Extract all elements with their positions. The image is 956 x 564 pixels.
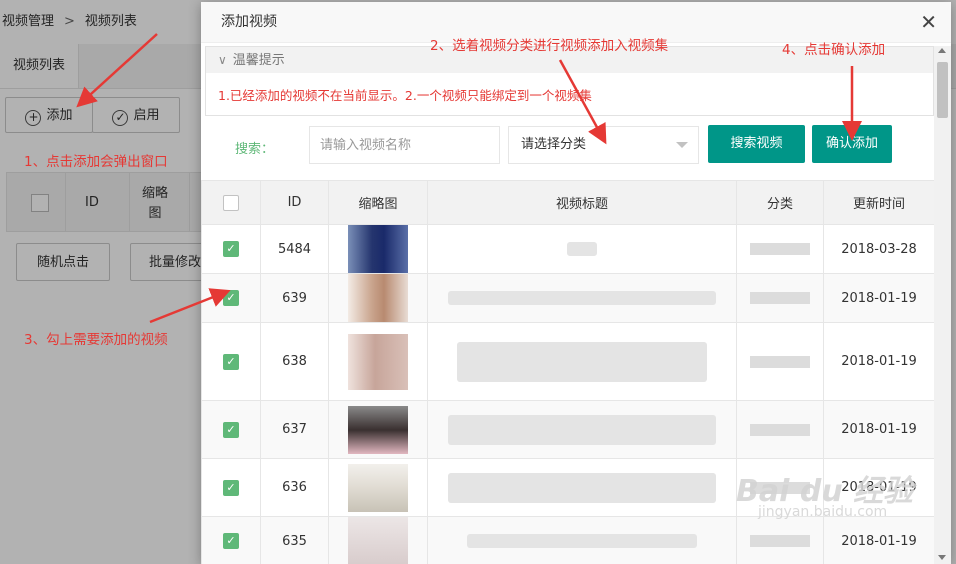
- row-checkbox[interactable]: ✓: [223, 533, 239, 549]
- blurred-category: [750, 243, 810, 255]
- blurred-title: [567, 242, 597, 256]
- row-id: 636: [260, 458, 329, 517]
- vertical-scrollbar[interactable]: [934, 46, 951, 564]
- blurred-category: [750, 535, 810, 547]
- row-updated: 2018-01-19: [823, 322, 935, 401]
- dropdown-arrow-icon: [676, 142, 688, 148]
- column-header-thumbnail: 缩略图: [328, 180, 428, 225]
- scrollbar-thumb[interactable]: [937, 62, 948, 118]
- blurred-title: [448, 472, 716, 503]
- thumbnail-image[interactable]: [348, 517, 408, 564]
- row-updated: 2018-01-19: [823, 273, 935, 323]
- blurred-category: [750, 292, 810, 304]
- search-video-button[interactable]: 搜索视频: [708, 125, 805, 163]
- table-header-row: ID 缩略图 视频标题 分类 更新时间: [201, 180, 935, 225]
- category-select[interactable]: 请选择分类: [508, 126, 699, 164]
- confirm-add-button[interactable]: 确认添加: [812, 125, 892, 163]
- blurred-category: [750, 355, 810, 368]
- row-id: 637: [260, 400, 329, 459]
- annotation-step-1: 1、点击添加会弹出窗口: [24, 154, 168, 170]
- blurred-title: [467, 534, 697, 548]
- header-checkbox-cell: [201, 180, 261, 225]
- row-checkbox[interactable]: ✓: [223, 421, 239, 438]
- select-all-checkbox[interactable]: [223, 194, 239, 211]
- scroll-up-arrow-icon[interactable]: [938, 48, 946, 53]
- modal-title: 添加视频: [221, 14, 277, 30]
- scroll-down-arrow-icon[interactable]: [938, 555, 946, 560]
- annotation-step-4: 4、点击确认添加: [782, 42, 886, 58]
- annotation-step-3: 3、勾上需要添加的视频: [24, 332, 168, 348]
- tips-title: 温馨提示: [232, 53, 285, 68]
- blurred-title: [457, 341, 707, 382]
- search-label: 搜索：: [235, 142, 275, 157]
- table-row[interactable]: ✓ 639 2018-01-19: [201, 273, 935, 323]
- row-updated: 2018-01-19: [823, 400, 935, 459]
- tips-text: 1.已经添加的视频不在当前显示。2.一个视频只能绑定到一个视频集: [218, 88, 592, 103]
- table-row[interactable]: ✓ 635 2018-01-19: [201, 516, 935, 564]
- thumbnail-image[interactable]: [348, 333, 408, 390]
- blurred-title: [448, 414, 716, 445]
- search-row: 搜索： 请选择分类 搜索视频 确认添加: [201, 120, 934, 180]
- row-id: 639: [260, 273, 329, 323]
- column-header-title: 视频标题: [427, 180, 737, 225]
- blurred-category: [750, 423, 810, 436]
- row-checkbox[interactable]: ✓: [223, 290, 239, 306]
- column-header-id: ID: [260, 180, 329, 225]
- row-updated: 2018-01-19: [823, 516, 935, 564]
- row-checkbox[interactable]: ✓: [223, 353, 239, 370]
- thumbnail-image[interactable]: [348, 225, 408, 273]
- column-header-category: 分类: [736, 180, 824, 225]
- table-row[interactable]: ✓ 637 2018-01-19: [201, 400, 935, 459]
- thumbnail-image[interactable]: [348, 463, 408, 512]
- blurred-title: [448, 291, 716, 305]
- baidu-watermark: Bai du 经验 jingyan.baidu.com: [736, 466, 936, 520]
- row-id: 5484: [260, 224, 329, 274]
- table-row[interactable]: ✓ 638 2018-01-19: [201, 322, 935, 401]
- row-checkbox[interactable]: ✓: [223, 479, 239, 496]
- row-checkbox[interactable]: ✓: [223, 241, 239, 257]
- row-updated: 2018-03-28: [823, 224, 935, 274]
- thumbnail-image[interactable]: [348, 405, 408, 454]
- category-select-value: 请选择分类: [521, 137, 587, 152]
- row-id: 638: [260, 322, 329, 401]
- annotation-step-2: 2、选着视频分类进行视频添加入视频集: [430, 38, 669, 54]
- table-row[interactable]: ✓ 5484 2018-03-28: [201, 224, 935, 274]
- chevron-down-icon: ∨: [218, 53, 227, 67]
- thumbnail-image[interactable]: [348, 274, 408, 322]
- close-icon[interactable]: ✕: [920, 2, 937, 42]
- search-input[interactable]: [309, 126, 500, 164]
- row-id: 635: [260, 516, 329, 564]
- column-header-updated: 更新时间: [823, 180, 935, 225]
